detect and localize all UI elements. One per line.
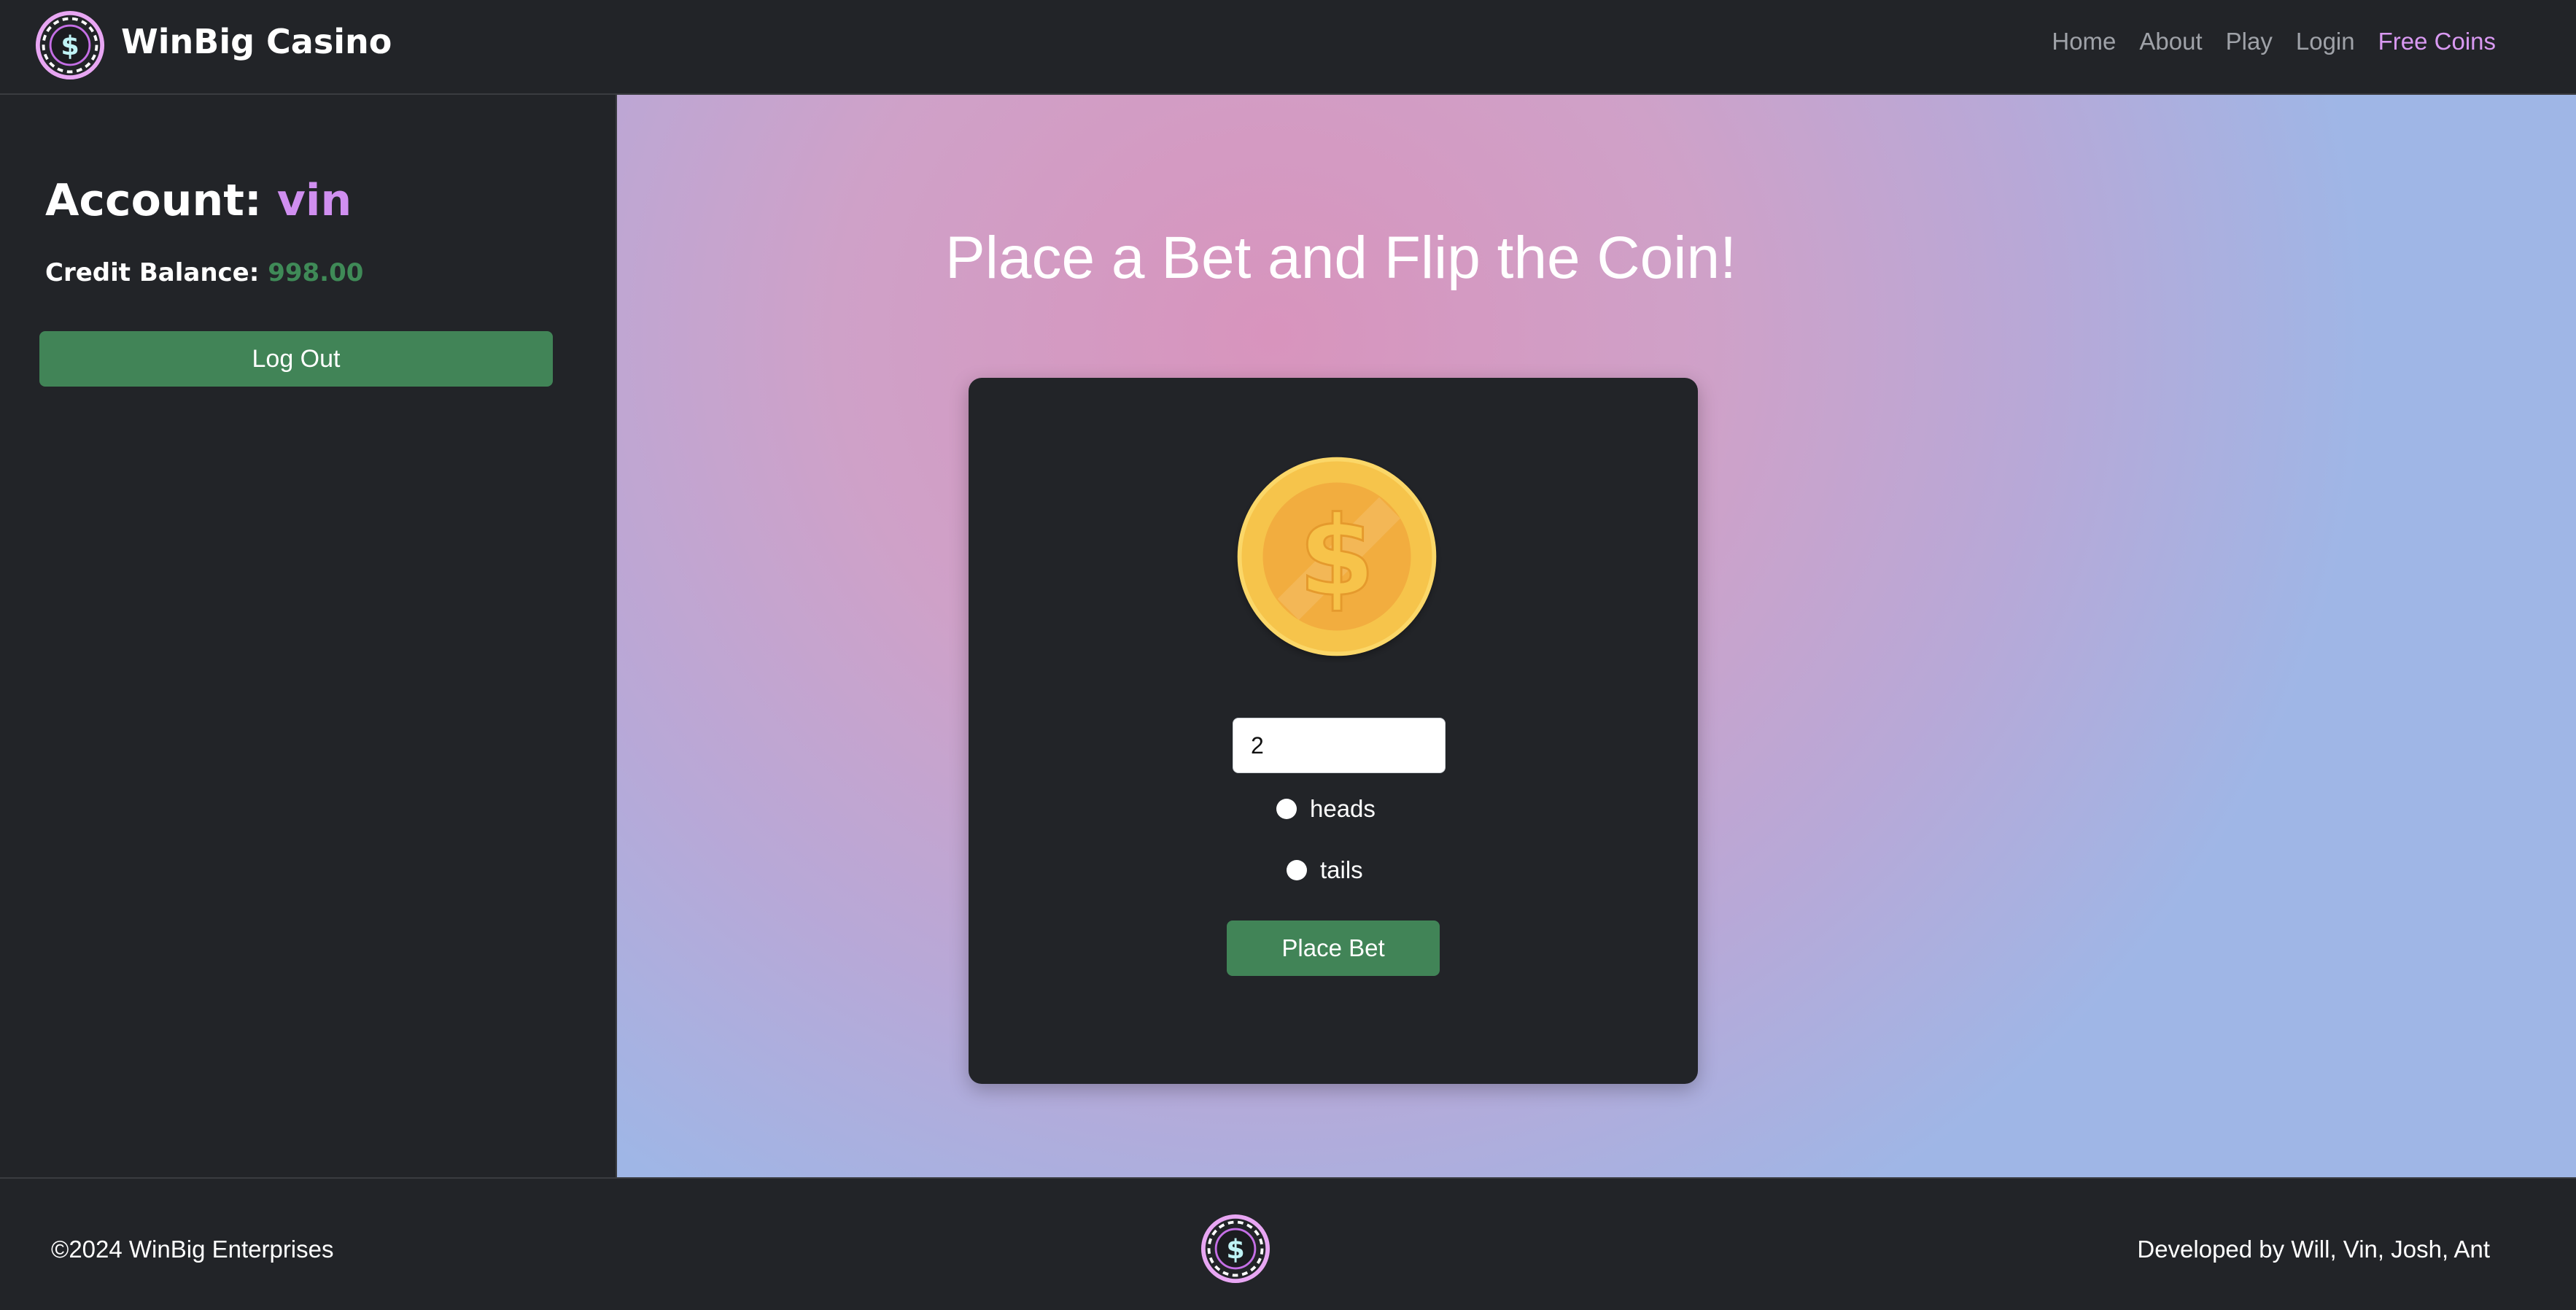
svg-text:$: $ <box>1226 1233 1244 1265</box>
page-title: Place a Bet and Flip the Coin! <box>945 224 1737 291</box>
nav-free-coins[interactable]: Free Coins <box>2378 28 2496 55</box>
account-username: vin <box>276 175 352 226</box>
heads-radio[interactable] <box>1276 799 1297 819</box>
bet-amount-input[interactable] <box>1233 718 1446 773</box>
copyright-text: ©2024 WinBig Enterprises <box>51 1236 334 1263</box>
gold-coin-icon: $ <box>1237 457 1437 656</box>
nav-about[interactable]: About <box>2139 28 2202 55</box>
brand-name[interactable]: WinBig Casino <box>121 22 392 61</box>
account-heading: Account: vin <box>45 175 352 226</box>
heads-label: heads <box>1310 795 1376 822</box>
main-nav: Home About Play Login Free Coins <box>2052 28 2496 55</box>
casino-chip-logo-icon[interactable]: $ <box>35 10 105 80</box>
credit-balance: Credit Balance: 998.00 <box>45 258 363 287</box>
developers-credit: Developed by Will, Vin, Josh, Ant <box>2137 1236 2490 1263</box>
tails-option[interactable]: tails <box>1287 856 1363 884</box>
main-content: Place a Bet and Flip the Coin! $ heads t… <box>617 95 2576 1177</box>
coin-flip-card: $ heads tails Place Bet <box>969 378 1698 1084</box>
nav-home[interactable]: Home <box>2052 28 2116 55</box>
credit-value: 998.00 <box>268 258 364 287</box>
logout-button[interactable]: Log Out <box>39 331 553 387</box>
casino-chip-footer-icon: $ <box>1200 1214 1270 1284</box>
credit-label: Credit Balance: <box>45 258 260 287</box>
tails-radio[interactable] <box>1287 860 1307 880</box>
nav-play[interactable]: Play <box>2226 28 2273 55</box>
account-label: Account: <box>45 175 262 226</box>
page-footer: ©2024 WinBig Enterprises $ Developed by … <box>0 1177 2576 1310</box>
tails-label: tails <box>1320 856 1363 883</box>
svg-text:$: $ <box>61 30 79 61</box>
top-navbar: $ WinBig Casino Home About Play Login Fr… <box>0 0 2576 95</box>
nav-login[interactable]: Login <box>2296 28 2355 55</box>
heads-option[interactable]: heads <box>1276 795 1376 823</box>
account-sidebar: Account: vin Credit Balance: 998.00 Log … <box>0 95 617 1177</box>
place-bet-button[interactable]: Place Bet <box>1227 921 1440 976</box>
svg-text:$: $ <box>1299 492 1376 621</box>
